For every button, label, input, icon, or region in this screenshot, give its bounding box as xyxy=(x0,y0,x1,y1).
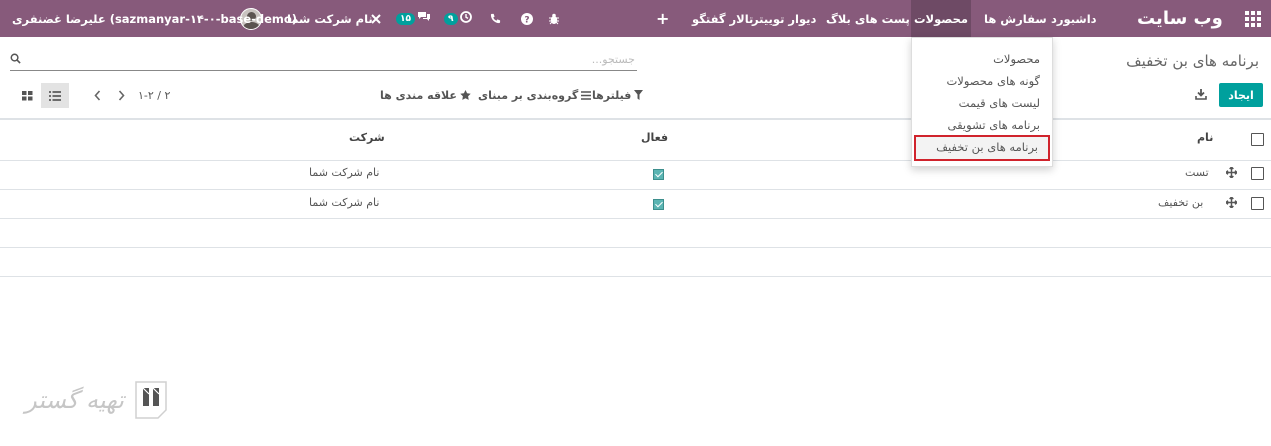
row-divider xyxy=(0,189,1271,190)
dropdown-item-products[interactable]: محصولات xyxy=(993,52,1040,66)
row-checkbox[interactable] xyxy=(1251,167,1264,180)
comments-icon xyxy=(417,11,431,26)
menu-orders[interactable]: سفارش ها xyxy=(984,0,1047,37)
phone-icon[interactable] xyxy=(490,0,501,37)
drag-handle-icon[interactable] xyxy=(1226,167,1237,178)
kanban-view-icon xyxy=(21,90,32,100)
add-content-icon[interactable]: + xyxy=(656,0,669,37)
pager-previous-icon[interactable] xyxy=(94,83,101,107)
row-active-checkbox xyxy=(653,199,664,210)
help-icon[interactable]: ? xyxy=(521,0,533,37)
column-header-company[interactable]: شرکت xyxy=(349,131,385,144)
pager-value[interactable]: ۱-۲ / ۲ xyxy=(138,83,170,107)
row-name: بن تخفیف xyxy=(1158,196,1204,209)
clock-icon xyxy=(459,11,472,26)
menu-products[interactable]: محصولات xyxy=(911,0,971,37)
dropdown-item-coupon-programs[interactable]: برنامه های بن تخفیف xyxy=(914,135,1050,161)
row-name: تست xyxy=(1185,166,1209,179)
watermark-logo-icon xyxy=(135,381,167,419)
search-bar xyxy=(10,50,637,71)
row-company: نام شرکت شما xyxy=(309,196,380,209)
user-menu[interactable]: علیرضا غضنفری (sazmanyar-۱۴-۰-base-demo) xyxy=(12,0,297,37)
search-icon[interactable] xyxy=(10,53,21,64)
download-icon[interactable] xyxy=(1195,88,1207,100)
pager-next-icon[interactable] xyxy=(118,83,125,107)
filters-label: فیلترها xyxy=(592,88,632,102)
watermark: تهیه گستر xyxy=(22,378,168,422)
row-active-checkbox xyxy=(653,169,664,180)
table-top-border xyxy=(0,118,1271,120)
messaging-indicator[interactable]: ۱۵ xyxy=(396,0,431,37)
activities-badge: ۹ xyxy=(444,12,458,25)
column-header-active[interactable]: فعال xyxy=(641,131,668,144)
company-switcher[interactable]: نام شرکت شما xyxy=(287,0,373,37)
list-view-button[interactable] xyxy=(41,83,69,108)
debug-icon[interactable] xyxy=(548,0,560,37)
svg-text:?: ? xyxy=(524,15,529,25)
row-divider xyxy=(0,218,1271,219)
top-navbar: وب سایت داشبورد سفارش ها محصولات پست های… xyxy=(0,0,1271,37)
favorites-label: علاقه مندی ها xyxy=(380,88,457,102)
list-view-icon xyxy=(49,90,61,101)
row-divider xyxy=(0,160,1271,161)
dropdown-item-pricelists[interactable]: لیست های قیمت xyxy=(959,96,1040,110)
menu-forum[interactable]: تالار گفتگو xyxy=(692,0,753,37)
app-brand[interactable]: وب سایت xyxy=(1137,0,1223,37)
menu-blog-posts[interactable]: پست های بلاگ xyxy=(826,0,910,37)
watermark-text: تهیه گستر xyxy=(25,386,124,414)
favorites-button[interactable]: علاقه مندی ها xyxy=(380,83,471,107)
row-checkbox[interactable] xyxy=(1251,197,1264,210)
dropdown-item-coupon-programs-label: برنامه های بن تخفیف xyxy=(936,140,1038,154)
dropdown-item-product-variants[interactable]: گونه های محصولات xyxy=(946,74,1040,88)
menu-twitter-wall[interactable]: دیوار توییتر xyxy=(752,0,816,37)
groupby-button[interactable]: گروه‌بندی بر مبنای xyxy=(478,83,592,107)
column-header-name[interactable]: نام xyxy=(1197,131,1213,144)
search-input[interactable] xyxy=(75,50,635,68)
row-divider xyxy=(0,276,1271,277)
filter-icon xyxy=(634,90,644,100)
menu-dashboard[interactable]: داشبورد xyxy=(1051,0,1097,37)
select-all-checkbox[interactable] xyxy=(1251,133,1264,146)
dropdown-item-promotion-programs[interactable]: برنامه های تشویقی xyxy=(948,118,1040,132)
row-company: نام شرکت شما xyxy=(309,166,380,179)
bars-icon xyxy=(581,90,592,100)
apps-menu-icon[interactable] xyxy=(1245,0,1261,37)
row-divider xyxy=(0,247,1271,248)
groupby-label: گروه‌بندی بر مبنای xyxy=(478,88,579,102)
kanban-view-button[interactable] xyxy=(13,83,41,108)
activities-indicator[interactable]: ۹ xyxy=(444,0,472,37)
page-title: برنامه های بن تخفیف xyxy=(1126,52,1259,70)
messages-badge: ۱۵ xyxy=(396,12,415,25)
star-icon xyxy=(460,90,471,100)
drag-handle-icon[interactable] xyxy=(1226,197,1237,208)
create-button[interactable]: ایجاد xyxy=(1219,83,1263,107)
filters-button[interactable]: فیلترها xyxy=(592,83,644,107)
